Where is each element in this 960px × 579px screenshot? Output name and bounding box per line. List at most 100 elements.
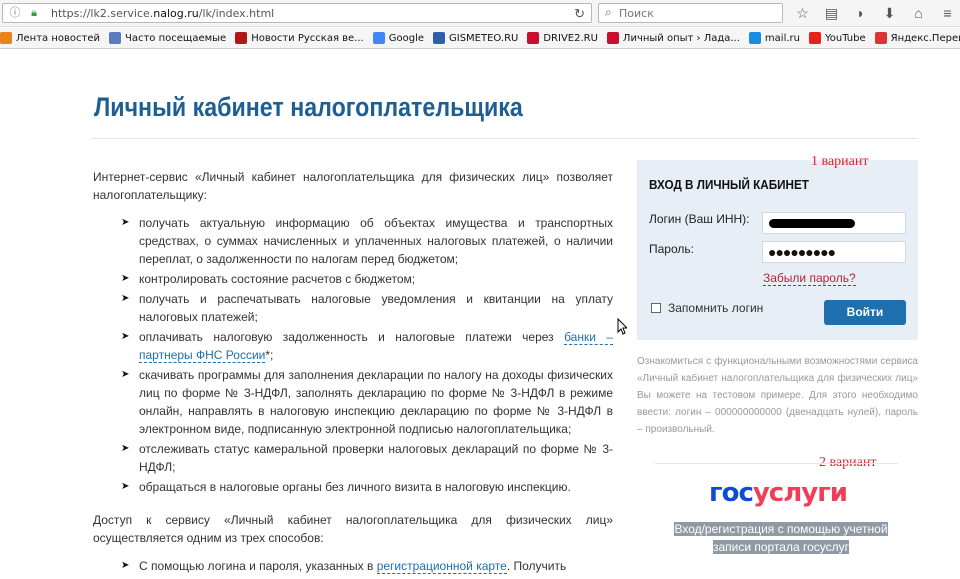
login-panel: ВХОД В ЛИЧНЫЙ КАБИНЕТ Логин (Ваш ИНН): П…	[637, 160, 918, 340]
google-icon	[372, 32, 385, 44]
list-item-suffix: *;	[265, 348, 274, 362]
arrow-bullet-icon: ➤	[121, 293, 130, 304]
redaction-mark	[769, 219, 855, 228]
url-prefix: https://lk2.service.	[51, 6, 154, 20]
password-label: Пароль:	[649, 242, 694, 256]
login-button[interactable]: Войти	[824, 300, 906, 325]
rss-icon	[0, 32, 12, 44]
list-item-text: контролировать состояние расчетов с бюдж…	[139, 272, 416, 286]
drive2-icon	[527, 32, 540, 44]
login-header: ВХОД В ЛИЧНЫЙ КАБИНЕТ	[649, 177, 809, 192]
logo-part-gos: гос	[709, 478, 754, 508]
demo-note: Ознакомиться с функциональными возможнос…	[637, 356, 918, 435]
login-input[interactable]	[762, 212, 906, 234]
bookmark-icon	[108, 32, 121, 44]
access-text: Доступ к сервису «Личный кабинет налогоп…	[93, 513, 613, 545]
browser-toolbar: ⓘ 🔒︎ https://lk2.service.nalog.ru/lk/ind…	[0, 0, 960, 27]
title-divider	[92, 138, 918, 139]
search-bar[interactable]: ⌕	[598, 3, 783, 23]
remember-login-label: Запомнить логин	[668, 301, 764, 315]
divider	[655, 463, 898, 464]
star-icon[interactable]: ☆	[788, 3, 817, 23]
search-input[interactable]	[619, 6, 769, 20]
list-item: ➤ обращаться в налоговые органы без лично…	[121, 478, 613, 496]
features-list: ➤ получать актуальную информацию об объек…	[121, 214, 613, 496]
arrow-bullet-icon: ➤	[121, 331, 130, 342]
main-content: Интернет-сервис «Личный кабинет налогопл…	[93, 168, 613, 577]
bookmark-label: mail.ru	[764, 32, 800, 44]
arrow-bullet-icon: ➤	[121, 217, 130, 228]
weather-icon	[433, 32, 445, 44]
remember-login-checkbox[interactable]: Запомнить логин	[651, 301, 763, 315]
address-bar[interactable]: ⓘ 🔒︎ https://lk2.service.nalog.ru/lk/ind…	[2, 3, 592, 23]
bookmarks-bar: Лента новостей Часто посещаемые Новости Ру…	[0, 28, 960, 49]
bookmark-label: Лента новостей	[16, 32, 100, 44]
bookmark-label: Новости Русская ве...	[251, 32, 364, 44]
news-icon	[235, 32, 248, 44]
toolbar-icons: ☆ ▤ ◗ ⬇ ⌂ ≡	[788, 3, 960, 23]
bookmark-item[interactable]: Google	[372, 32, 424, 44]
list-item-text: отслеживать статус камеральной проверки …	[139, 442, 613, 474]
variant-1-annotation: 1 вариант	[811, 154, 869, 169]
reading-list-icon[interactable]: ▤	[817, 3, 846, 23]
url-path: /lk/index.html	[198, 6, 275, 20]
bookmark-item[interactable]: Личный опыт › Лада...	[606, 32, 740, 44]
arrow-bullet-icon: ➤	[121, 369, 130, 380]
translate-icon	[874, 32, 887, 44]
list-item: ➤ скачивать программы для заполнения декл…	[121, 366, 613, 438]
list-item: ➤ получать и распечатывать налоговые увед…	[121, 290, 613, 326]
list-item: ➤ контролировать состояние расчетов с бюд…	[121, 270, 613, 288]
list-item-text: оплачивать налоговую задолженность и нал…	[139, 330, 565, 344]
bookmark-item[interactable]: GISMETEO.RU	[433, 32, 518, 44]
address-text[interactable]: https://lk2.service.nalog.ru/lk/index.ht…	[51, 7, 274, 20]
login-label: Логин (Ваш ИНН):	[649, 212, 750, 226]
bookmark-item[interactable]: mail.ru	[748, 32, 800, 44]
gosuslugi-logo[interactable]: госуслуги	[709, 478, 848, 508]
home-icon[interactable]: ⌂	[904, 3, 933, 23]
bookmark-label: YouTube	[824, 32, 866, 44]
arrow-bullet-icon: ➤	[121, 273, 130, 284]
checkbox-box[interactable]	[651, 303, 661, 313]
lock-icon: 🔒︎	[31, 7, 37, 19]
drive2-icon	[606, 32, 619, 44]
mailru-icon	[748, 32, 761, 44]
list-item-text: получать актуальную информацию об объект…	[139, 216, 613, 266]
intro-text: Интернет-сервис «Личный кабинет налогопл…	[93, 170, 613, 202]
gosuslugi-login-link[interactable]: Вход/регистрация с помощью учетной запис…	[668, 520, 894, 556]
bookmark-label: DRIVE2.RU	[543, 32, 598, 44]
bookmark-item[interactable]: DRIVE2.RU	[527, 32, 598, 44]
arrow-bullet-icon: ➤	[121, 560, 130, 571]
bookmark-item[interactable]: Лента новостей	[0, 32, 100, 44]
bookmark-item[interactable]: YouTube	[808, 32, 866, 44]
page-title: Личный кабинет налогоплательщика	[94, 92, 523, 122]
registration-card-link[interactable]: регистрационной карте	[376, 559, 507, 574]
list-item: ➤ С помощью логина и пароля, указанных в …	[121, 557, 613, 575]
bookmark-item[interactable]: Часто посещаемые	[108, 32, 227, 44]
password-input[interactable]: ●●●●●●●●●	[762, 241, 906, 263]
url-domain: nalog.ru	[153, 6, 199, 20]
bookmark-label: Часто посещаемые	[124, 32, 227, 44]
pocket-icon[interactable]: ◗	[846, 3, 875, 23]
info-icon[interactable]: ⓘ	[8, 6, 22, 20]
logo-part-uslugi: услуги	[752, 478, 848, 508]
reload-icon[interactable]: ↻	[574, 6, 585, 22]
list-item: ➤ оплачивать налоговую задолженность и на…	[121, 328, 613, 364]
bookmark-item[interactable]: Яндекс.Переводчик	[874, 32, 960, 44]
list-item-text: скачивать программы для заполнения декла…	[139, 368, 613, 436]
bookmark-item[interactable]: Новости Русская ве...	[235, 32, 364, 44]
forgot-password-link[interactable]: Забыли пароль?	[763, 271, 856, 286]
gosuslugi-link-text: Вход/регистрация с помощью учетной запис…	[674, 522, 888, 554]
download-icon[interactable]: ⬇	[875, 3, 904, 23]
youtube-icon	[808, 32, 821, 44]
bookmark-label: Личный опыт › Лада...	[622, 32, 740, 44]
bookmark-label: GISMETEO.RU	[449, 32, 519, 44]
arrow-bullet-icon: ➤	[121, 481, 130, 492]
menu-icon[interactable]: ≡	[933, 3, 960, 23]
methods-list: ➤ С помощью логина и пароля, указанных в …	[121, 557, 613, 575]
list-item-text: С помощью логина и пароля, указанных в	[139, 559, 377, 573]
list-item: ➤ отслеживать статус камеральной проверки…	[121, 440, 613, 476]
list-item-text: получать и распечатывать налоговые уведо…	[139, 292, 613, 324]
list-item: ➤ получать актуальную информацию об объек…	[121, 214, 613, 268]
arrow-bullet-icon: ➤	[121, 443, 130, 454]
search-icon: ⌕	[605, 5, 612, 19]
